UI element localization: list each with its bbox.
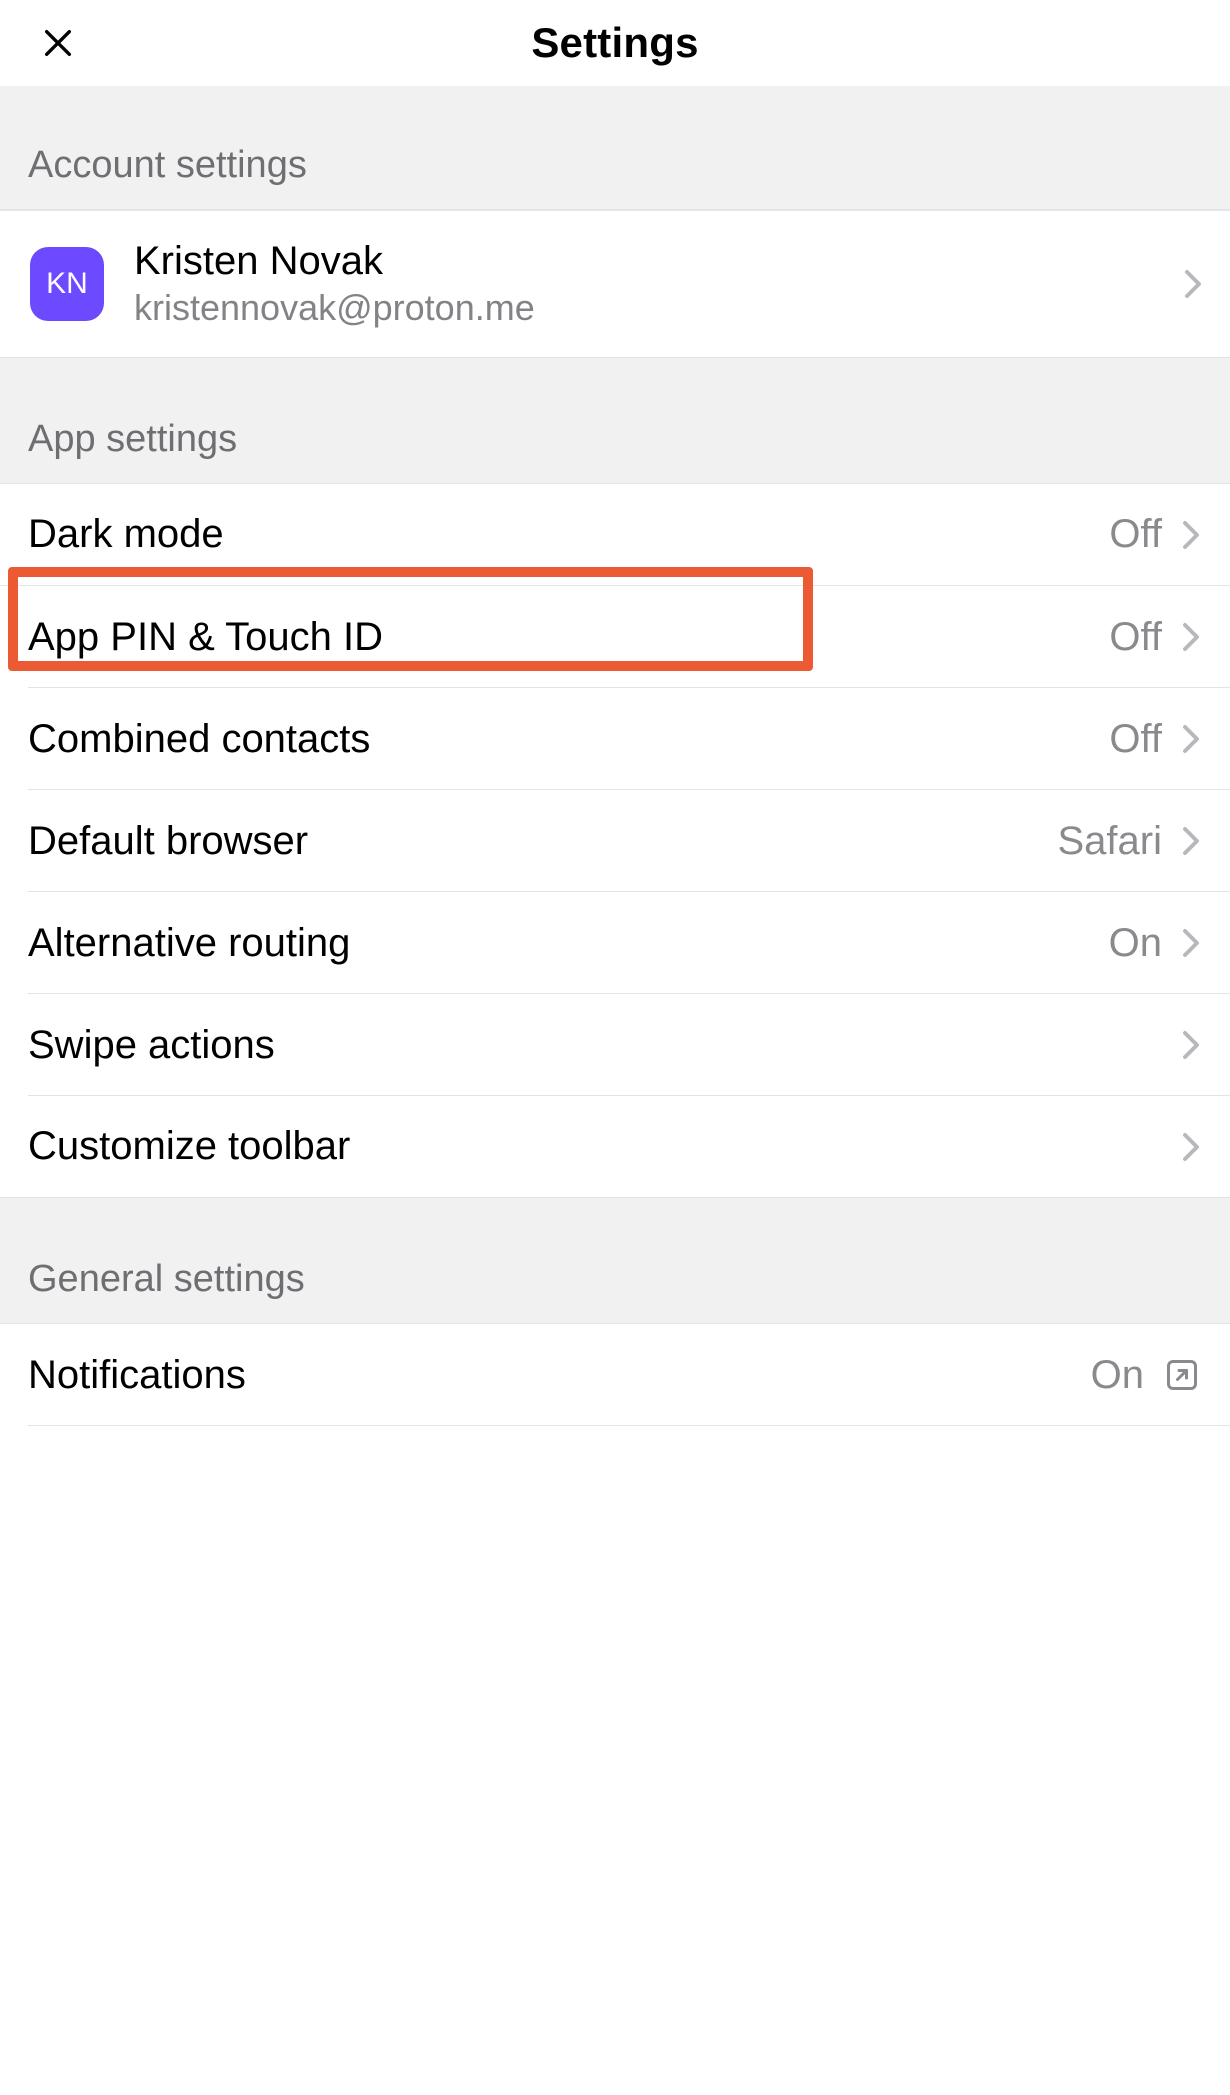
settings-row-combined-contacts[interactable]: Combined contacts Off (0, 688, 1230, 790)
settings-row-swipe-actions[interactable]: Swipe actions (0, 994, 1230, 1096)
navbar: Settings (0, 0, 1230, 86)
row-label: Default browser (28, 819, 1058, 864)
close-icon (41, 26, 75, 60)
account-name: Kristen Novak (134, 237, 1184, 285)
row-value: Off (1109, 512, 1162, 557)
chevron-right-icon (1180, 517, 1202, 553)
settings-row-alternative-routing[interactable]: Alternative routing On (0, 892, 1230, 994)
row-label: Alternative routing (28, 921, 1109, 966)
close-button[interactable] (30, 15, 86, 71)
section-header-account: Account settings (0, 86, 1230, 210)
account-email: kristennovak@proton.me (134, 285, 1184, 332)
section-header-general: General settings (0, 1198, 1230, 1324)
chevron-right-icon (1180, 823, 1202, 859)
chevron-right-icon (1180, 925, 1202, 961)
row-value: On (1091, 1353, 1144, 1398)
settings-row-dark-mode[interactable]: Dark mode Off (0, 484, 1230, 586)
settings-row-app-pin[interactable]: App PIN & Touch ID Off (0, 586, 1230, 688)
row-value: Safari (1058, 819, 1163, 864)
row-label: Swipe actions (28, 1023, 1180, 1068)
page-title: Settings (531, 19, 698, 67)
row-label: Dark mode (28, 512, 1109, 557)
settings-row-notifications[interactable]: Notifications On (0, 1324, 1230, 1426)
settings-row-customize-toolbar[interactable]: Customize toolbar (0, 1096, 1230, 1198)
external-link-icon (1162, 1355, 1202, 1395)
avatar: KN (30, 247, 104, 321)
chevron-right-icon (1184, 268, 1202, 300)
chevron-right-icon (1180, 1027, 1202, 1063)
row-label: App PIN & Touch ID (28, 615, 1109, 660)
general-settings-list: Notifications On (0, 1324, 1230, 1426)
chevron-right-icon (1180, 1129, 1202, 1165)
row-label: Notifications (28, 1353, 1091, 1398)
chevron-right-icon (1180, 619, 1202, 655)
row-value: On (1109, 921, 1162, 966)
row-label: Combined contacts (28, 717, 1109, 762)
chevron-right-icon (1180, 721, 1202, 757)
section-header-app: App settings (0, 358, 1230, 484)
account-text: Kristen Novak kristennovak@proton.me (134, 237, 1184, 332)
settings-row-default-browser[interactable]: Default browser Safari (0, 790, 1230, 892)
row-value: Off (1109, 717, 1162, 762)
app-settings-list: Dark mode Off App PIN & Touch ID Off Com… (0, 484, 1230, 1198)
row-label: Customize toolbar (28, 1124, 1180, 1169)
row-value: Off (1109, 615, 1162, 660)
account-row[interactable]: KN Kristen Novak kristennovak@proton.me (0, 210, 1230, 358)
